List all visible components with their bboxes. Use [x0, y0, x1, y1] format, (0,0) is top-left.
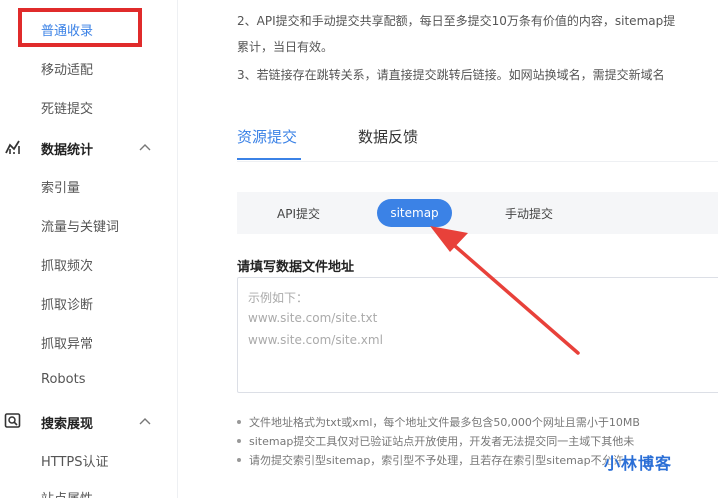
sidebar-item-traffic-keywords[interactable]: 流量与关键词 — [41, 216, 119, 235]
list-item: 文件地址格式为txt或xml，每个地址文件最多包含50,000个网址且需小于10… — [237, 414, 640, 430]
sidebar-section-search[interactable]: 搜索展现 — [0, 410, 178, 434]
submit-method-bar: API提交 手动提交 — [237, 192, 718, 234]
sidebar-item-crawl-frequency[interactable]: 抓取频次 — [41, 255, 93, 274]
sidebar-item-site-attributes[interactable]: 站点属性 — [41, 488, 93, 498]
sidebar-item-index-volume[interactable]: 索引量 — [41, 177, 80, 196]
placeholder-line: www.site.com/site.xml — [248, 333, 383, 347]
subtab-api-submit[interactable]: API提交 — [277, 205, 320, 222]
watermark: 小林博客 — [604, 454, 673, 473]
list-item: sitemap提交工具仅对已验证站点开放使用，开发者无法提交同一主域下其他未 — [237, 433, 634, 449]
search-box-icon — [4, 413, 21, 428]
sidebar-item-normal-index[interactable]: 普通收录 — [41, 20, 93, 39]
tabs-divider — [237, 161, 718, 162]
placeholder-line: 示例如下： — [248, 291, 309, 305]
sidebar-section-search-label: 搜索展现 — [41, 417, 94, 432]
chevron-up-icon[interactable] — [138, 140, 152, 154]
sidebar-item-https[interactable]: HTTPS认证 — [41, 451, 109, 470]
sitemap-url-label: 请填写数据文件地址 — [237, 260, 355, 275]
sidebar-item-crawl-errors[interactable]: 抓取异常 — [41, 333, 93, 352]
tab-data-feedback[interactable]: 数据反馈 — [358, 126, 418, 147]
notice-line-3: 3、若链接存在跳转关系，请直接提交跳转后链接。如网站换域名，需提交新域名 — [237, 68, 665, 82]
tab-resource-submit[interactable]: 资源提交 — [237, 126, 297, 147]
subtab-sitemap[interactable]: sitemap — [377, 199, 452, 227]
notice-line-1: 2、API提交和手动提交共享配额，每日至多提交10万条有价值的内容，sitema… — [237, 14, 676, 28]
sidebar-item-mobile-adapt[interactable]: 移动适配 — [41, 59, 93, 78]
sidebar-section-stats-label: 数据统计 — [41, 143, 94, 158]
chevron-up-icon[interactable] — [138, 414, 152, 428]
sitemap-url-input[interactable]: 示例如下： www.site.com/site.txt www.site.com… — [237, 277, 718, 393]
sidebar: 普通收录 移动适配 死链提交 数据统计 索引量 流量与关键词 抓取频次 抓取诊断… — [0, 0, 178, 498]
sidebar-item-robots[interactable]: Robots — [41, 372, 85, 387]
subtab-manual-submit[interactable]: 手动提交 — [505, 205, 553, 222]
list-item: 请勿提交索引型sitemap，索引型不予处理，且若存在索引型sitemap不允许 — [237, 452, 624, 468]
sidebar-item-deadlink-submit[interactable]: 死链提交 — [41, 98, 93, 117]
placeholder-line: www.site.com/site.txt — [248, 311, 378, 325]
sidebar-item-crawl-diagnosis[interactable]: 抓取诊断 — [41, 294, 93, 313]
main-content: 2、API提交和手动提交共享配额，每日至多提交10万条有价值的内容，sitema… — [179, 0, 718, 498]
sidebar-section-stats[interactable]: 数据统计 — [0, 136, 178, 160]
active-tab-indicator — [237, 158, 301, 160]
chart-line-icon — [5, 140, 20, 154]
notice-line-2: 累计，当日有效。 — [237, 40, 334, 54]
